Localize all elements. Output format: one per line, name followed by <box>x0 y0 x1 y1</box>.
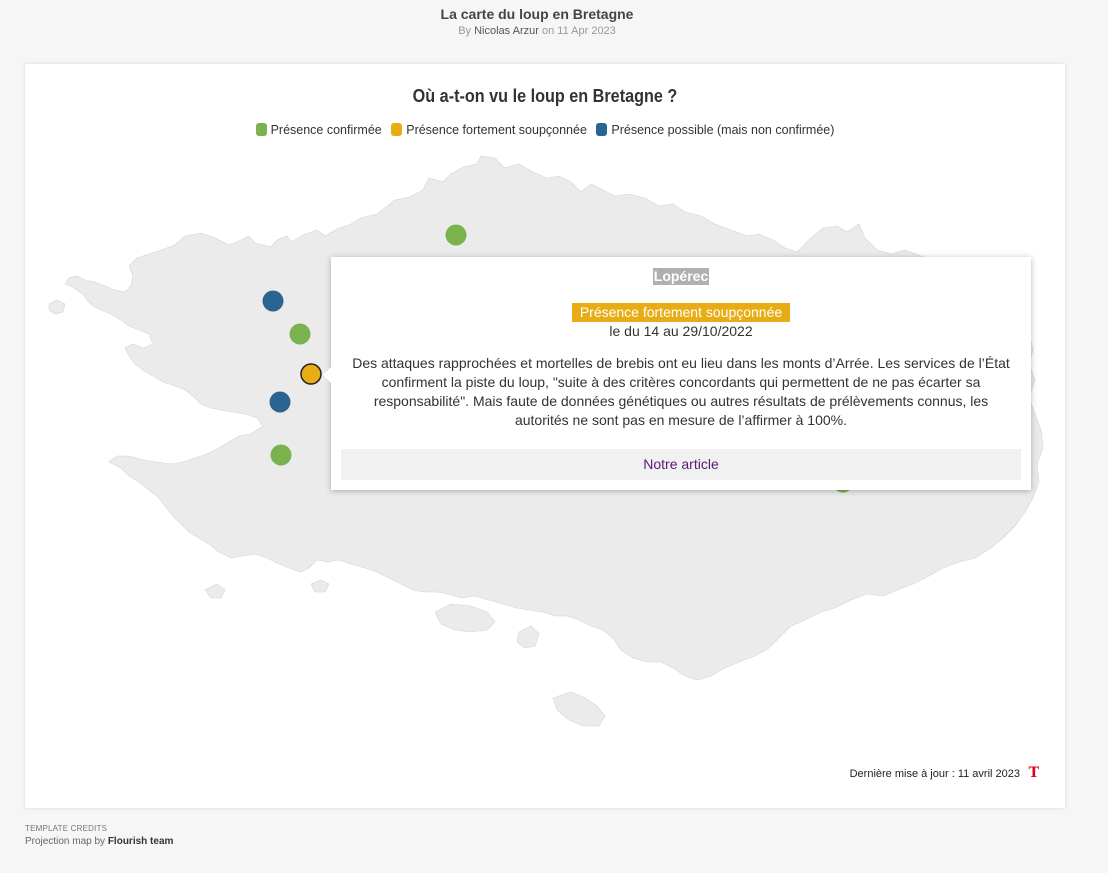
marker-confirmed-north[interactable] <box>445 224 467 246</box>
date-prefix: on <box>541 25 555 37</box>
tooltip-place-name: Lopérec <box>652 268 710 285</box>
publish-date: 11 Apr 2023 <box>557 25 616 37</box>
template-credits: Template credits Projection map by Flour… <box>25 824 173 847</box>
legend-swatch-confirmed <box>255 123 267 136</box>
article-link[interactable]: Notre article <box>341 449 1021 480</box>
marker-suspected-loperec[interactable] <box>300 363 322 385</box>
credits-prefix: Projection map by <box>25 836 106 847</box>
legend-item-suspected[interactable]: Présence fortement soupçonnée <box>391 123 587 137</box>
legend-label-confirmed: Présence confirmée <box>270 123 382 137</box>
tooltip-date: le du 14 au 29/10/2022 <box>609 323 753 339</box>
legend-label-suspected: Présence fortement soupçonnée <box>406 123 587 137</box>
last-update-note: Dernière mise à jour : 11 avril 2023 <box>849 768 1020 780</box>
author-link[interactable]: Nicolas Arzur <box>474 25 539 37</box>
marker-confirmed-southwest[interactable] <box>270 444 292 466</box>
page-title: La carte du loup en Bretagne <box>440 6 634 22</box>
legend-label-possible: Présence possible (mais non confirmée) <box>611 123 835 137</box>
credits-author-link[interactable]: Flourish team <box>108 836 174 847</box>
legend-swatch-possible <box>596 123 608 136</box>
byline: By Nicolas Arzur on 11 Apr 2023 <box>0 25 1074 37</box>
page-header: La carte du loup en Bretagne By Nicolas … <box>0 6 1074 37</box>
marker-confirmed-west[interactable] <box>289 323 311 345</box>
viz-title: Où a-t-on vu le loup en Bretagne ? <box>412 86 678 106</box>
brand-logo[interactable]: T <box>1029 765 1039 781</box>
tooltip-status-badge: Présence fortement soupçonnée <box>571 303 791 322</box>
legend-item-confirmed[interactable]: Présence confirmée <box>255 123 382 137</box>
marker-possible-northwest[interactable] <box>262 290 284 312</box>
credits-line: Projection map by Flourish team <box>25 836 173 847</box>
visualisation-card: Où a-t-on vu le loup en Bretagne ? Prése… <box>25 64 1065 808</box>
map-tooltip: Lopérec Présence fortement soupçonnée le… <box>323 257 1031 490</box>
legend-swatch-suspected <box>391 123 403 136</box>
legend-item-possible[interactable]: Présence possible (mais non confirmée) <box>596 123 834 137</box>
byline-prefix: By <box>458 25 472 37</box>
legend: Présence confirmée Présence fortement so… <box>25 123 1065 137</box>
credits-heading: Template credits <box>25 824 108 833</box>
tooltip-pointer <box>323 367 331 383</box>
marker-possible-west[interactable] <box>269 391 291 413</box>
tooltip-description: Des attaques rapprochées et mortelles de… <box>352 355 1010 428</box>
